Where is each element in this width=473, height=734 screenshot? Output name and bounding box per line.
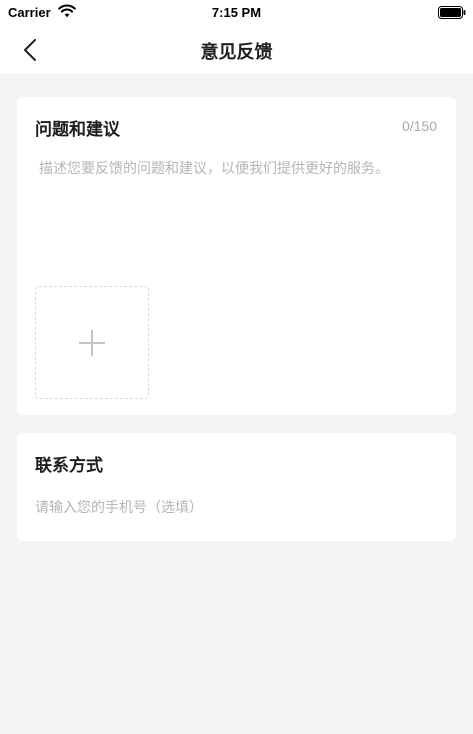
add-image-button[interactable] (35, 286, 149, 399)
page-title: 意见反馈 (200, 42, 273, 63)
feedback-textarea[interactable] (39, 159, 437, 269)
battery-icon (438, 6, 466, 19)
contact-section-title: 联系方式 (35, 456, 103, 476)
status-bar: Carrier 7:15 PM (0, 0, 473, 26)
navigation-bar: 意见反馈 (0, 26, 473, 74)
contact-card: 联系方式 (17, 433, 456, 541)
feedback-card: 问题和建议 0/150 (17, 97, 456, 415)
phone-number-input[interactable] (35, 497, 435, 519)
character-counter: 0/150 (401, 118, 437, 134)
plus-icon (79, 329, 105, 356)
status-time: 7:15 PM (211, 5, 262, 20)
feedback-section-title: 问题和建议 (35, 120, 120, 140)
